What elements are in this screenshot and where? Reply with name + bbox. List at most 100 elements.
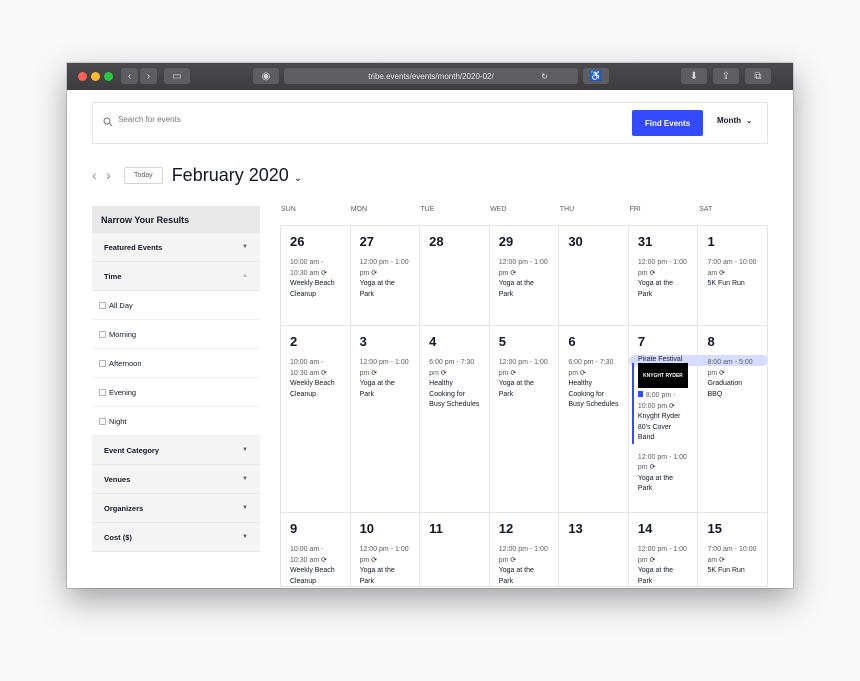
calendar-day[interactable]: 12 12:00 pm - 1:00 pm ⟳ Yoga at the Park: [489, 513, 560, 587]
calendar-day[interactable]: 28: [420, 226, 490, 326]
find-events-button[interactable]: Find Events: [632, 110, 703, 136]
calendar-day[interactable]: 26 10:00 am - 10:30 am ⟳ Weekly Beach Clea…: [281, 226, 351, 326]
event-title[interactable]: Yoga at the Park: [499, 280, 534, 298]
checkbox[interactable]: [99, 388, 106, 396]
calendar-day[interactable]: 7 KNYGHT RYDER 8:00 pm - 10:00 pm ⟳ Knyght …: [628, 326, 699, 513]
calendar-day[interactable]: 30: [559, 226, 629, 326]
calendar-day[interactable]: 1 7:00 am - 10:00 am ⟳ 5K Fun Run: [698, 226, 769, 326]
event-title[interactable]: Healthy Cooking for Busy Schedules: [429, 380, 479, 408]
minimize-window-button[interactable]: [91, 72, 100, 81]
event-title[interactable]: Yoga at the Park: [638, 475, 673, 493]
day-number[interactable]: 6: [568, 334, 619, 349]
day-number[interactable]: 26: [290, 234, 341, 249]
checkbox[interactable]: [99, 301, 106, 309]
zoom-window-button[interactable]: [104, 72, 113, 81]
event-title[interactable]: Yoga at the Park: [638, 280, 673, 298]
event-title[interactable]: Weekly Beach Cleanup: [290, 567, 335, 585]
day-number[interactable]: 30: [568, 234, 619, 249]
filter-organizers[interactable]: Organizers ▼: [92, 494, 260, 523]
checkbox[interactable]: [99, 417, 106, 425]
featured-event[interactable]: KNYGHT RYDER 8:00 pm - 10:00 pm ⟳ Knyght R…: [631, 363, 689, 444]
back-icon[interactable]: ‹: [121, 68, 138, 84]
calendar-day[interactable]: 2 10:00 am - 10:30 am ⟳ Weekly Beach Clean…: [281, 326, 351, 513]
time-option-all-day[interactable]: All Day: [92, 291, 260, 320]
day-number[interactable]: 8: [707, 334, 758, 349]
event-thumbnail[interactable]: KNYGHT RYDER: [637, 363, 688, 388]
day-number[interactable]: 5: [499, 334, 550, 349]
previous-month-icon[interactable]: ‹: [92, 167, 106, 183]
event-title[interactable]: Yoga at the Park: [638, 567, 673, 585]
day-number[interactable]: 28: [429, 234, 480, 249]
event-title[interactable]: Weekly Beach Cleanup: [290, 280, 335, 298]
event-title[interactable]: Yoga at the Park: [499, 380, 534, 398]
share-icon[interactable]: ⇪: [713, 68, 739, 84]
next-month-icon[interactable]: ›: [106, 167, 120, 183]
caret-down-icon: ▼: [242, 447, 248, 453]
filter-venues[interactable]: Venues ▼: [92, 465, 260, 494]
checkbox[interactable]: [99, 330, 106, 338]
forward-icon[interactable]: ›: [140, 68, 157, 84]
day-number[interactable]: 10: [360, 521, 411, 536]
event-title[interactable]: Healthy Cooking for Busy Schedules: [568, 380, 618, 408]
calendar-day[interactable]: 8 8:00 am - 5:00 pm ⟳ Graduation BBQ: [698, 326, 769, 513]
calendar-day[interactable]: 13: [559, 513, 629, 587]
calendar-day[interactable]: 4 6:00 pm - 7:30 pm ⟳ Healthy Cooking for …: [420, 326, 490, 513]
day-number[interactable]: 3: [360, 334, 411, 349]
time-option-evening[interactable]: Evening: [92, 378, 260, 407]
event-title[interactable]: Yoga at the Park: [360, 567, 395, 585]
filter-featured-events[interactable]: Featured Events ▼: [92, 233, 260, 262]
today-button[interactable]: Today: [124, 166, 163, 184]
tabs-overview-icon[interactable]: ⧉: [745, 68, 771, 84]
event-title[interactable]: Weekly Beach Cleanup: [290, 380, 335, 398]
day-number[interactable]: 11: [429, 521, 480, 536]
view-selector[interactable]: Month ⌄: [717, 116, 752, 125]
search-input[interactable]: [118, 115, 418, 124]
event-title[interactable]: 5K Fun Run: [707, 567, 744, 574]
checkbox[interactable]: [99, 359, 106, 367]
calendar-day[interactable]: 29 12:00 pm - 1:00 pm ⟳ Yoga at the Park: [489, 226, 560, 326]
event-title[interactable]: Knyght Ryder 80's Cover Band: [638, 413, 680, 441]
calendar-day[interactable]: 31 12:00 pm - 1:00 pm ⟳ Yoga at the Park: [628, 226, 699, 326]
event-title[interactable]: Graduation BBQ: [707, 380, 742, 398]
filter-time[interactable]: Time ▲: [92, 262, 260, 291]
event-title[interactable]: Yoga at the Park: [360, 280, 395, 298]
event-title[interactable]: Yoga at the Park: [360, 380, 395, 398]
day-number[interactable]: 12: [499, 521, 550, 536]
day-number[interactable]: 29: [499, 234, 550, 249]
day-number[interactable]: 14: [638, 521, 689, 536]
calendar-day[interactable]: 11: [420, 513, 490, 587]
day-number[interactable]: 15: [707, 521, 758, 536]
calendar-day[interactable]: 3 12:00 pm - 1:00 pm ⟳ Yoga at the Park: [350, 326, 421, 513]
reload-icon[interactable]: ↻: [541, 72, 548, 81]
address-bar[interactable]: tribe.events/events/month/2020-02/ ↻: [284, 68, 578, 84]
day-number[interactable]: 9: [290, 521, 341, 536]
event-time: 12:00 pm - 1:00 pm: [498, 259, 548, 277]
calendar-day[interactable]: 6 6:00 pm - 7:30 pm ⟳ Healthy Cooking for …: [559, 326, 629, 513]
day-number[interactable]: 1: [707, 234, 758, 249]
calendar-day[interactable]: 5 12:00 pm - 1:00 pm ⟳ Yoga at the Park: [489, 326, 560, 513]
event-title[interactable]: Yoga at the Park: [499, 567, 534, 585]
day-number[interactable]: 7: [638, 334, 689, 349]
event-title[interactable]: 5K Fun Run: [707, 280, 744, 287]
calendar-day[interactable]: 15 7:00 am - 10:00 am ⟳ 5K Fun Run: [698, 513, 769, 587]
calendar-day[interactable]: 14 12:00 pm - 1:00 pm ⟳ Yoga at the Park: [628, 513, 699, 587]
time-option-morning[interactable]: Morning: [92, 320, 260, 349]
month-title-picker[interactable]: February 2020 ⌄: [172, 165, 302, 186]
accessibility-icon[interactable]: ♿: [583, 68, 609, 84]
time-option-night[interactable]: Night: [92, 407, 260, 436]
calendar-day[interactable]: 10 12:00 pm - 1:00 pm ⟳ Yoga at the Park: [350, 513, 421, 587]
calendar-day[interactable]: 27 12:00 pm - 1:00 pm ⟳ Yoga at the Park: [350, 226, 421, 326]
day-number[interactable]: 4: [429, 334, 480, 349]
day-number[interactable]: 13: [568, 521, 619, 536]
filter-cost[interactable]: Cost ($) ▼: [92, 523, 260, 552]
day-number[interactable]: 27: [360, 234, 411, 249]
calendar-day[interactable]: 9 10:00 am - 10:30 am ⟳ Weekly Beach Clean…: [281, 513, 351, 587]
downloads-icon[interactable]: ⬇: [681, 68, 707, 84]
close-window-button[interactable]: [78, 72, 87, 81]
day-number[interactable]: 31: [638, 234, 689, 249]
day-number[interactable]: 2: [290, 334, 341, 349]
sidebar-toggle-icon[interactable]: ▭: [164, 68, 190, 84]
privacy-shield-icon[interactable]: ◉: [253, 68, 279, 84]
time-option-afternoon[interactable]: Afternoon: [92, 349, 260, 378]
filter-event-category[interactable]: Event Category ▼: [92, 436, 260, 465]
